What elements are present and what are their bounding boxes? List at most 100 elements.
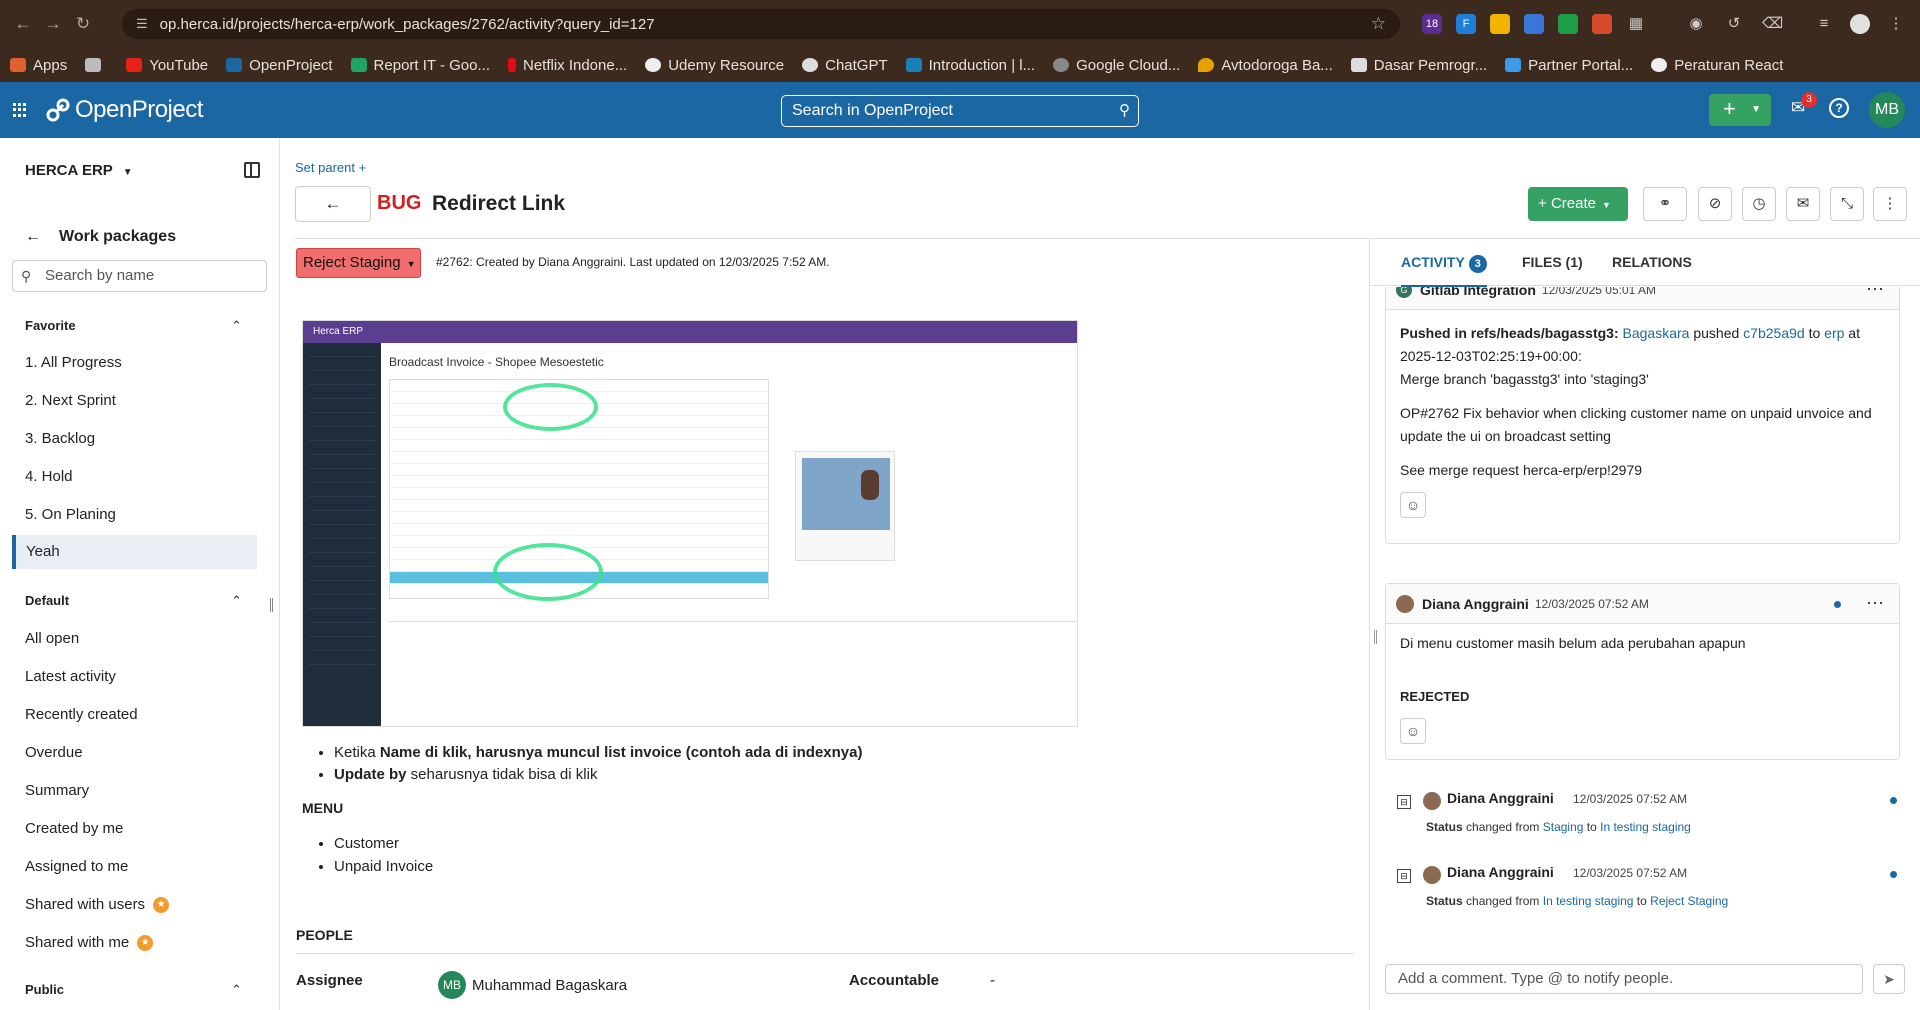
project-selector[interactable]: HERCA ERP ▼: [25, 162, 133, 179]
tab-files[interactable]: FILES (1): [1522, 254, 1583, 270]
wp-title[interactable]: Redirect Link: [432, 192, 565, 216]
chevron-up-icon[interactable]: ⌃: [231, 318, 242, 334]
section-default[interactable]: Default: [25, 593, 69, 608]
collapse-sidebar-icon[interactable]: [244, 162, 260, 178]
notify-button[interactable]: ✉: [1786, 187, 1820, 221]
back-button[interactable]: ←: [295, 186, 371, 222]
collapse-icon[interactable]: ⊟: [1397, 795, 1411, 809]
bookmark-netflix[interactable]: Netflix Indone...: [507, 57, 627, 74]
modules-grid-icon[interactable]: [13, 103, 27, 117]
extension-icon[interactable]: [1524, 14, 1544, 34]
reload-icon[interactable]: ↻: [68, 14, 98, 34]
sidebar-item-created-by-me[interactable]: Created by me: [25, 820, 123, 837]
sidebar-item-hold[interactable]: 4. Hold: [25, 468, 73, 485]
forward-icon[interactable]: →: [38, 14, 68, 34]
assignee-field[interactable]: MB Muhammad Bagaskara: [438, 971, 627, 999]
description-bullets: Ketika Name di klik, harusnya muncul lis…: [334, 742, 862, 786]
emoji-reaction-button[interactable]: ☺: [1400, 492, 1426, 518]
bookmark-react[interactable]: Peraturan React: [1651, 57, 1783, 74]
sidebar-item-yeah[interactable]: Yeah: [12, 535, 257, 569]
sidebar-item-shared-with-users[interactable]: Shared with users ★: [25, 896, 170, 914]
accountable-field[interactable]: -: [990, 972, 995, 989]
bookmark-partner[interactable]: Partner Portal...: [1505, 57, 1633, 74]
tab-activity[interactable]: ACTIVITY 3: [1401, 254, 1487, 288]
bookmark-udemy[interactable]: Udemy Resource: [645, 57, 784, 74]
card-menu-icon[interactable]: ⋯: [1866, 287, 1885, 300]
bookmark-chatgpt[interactable]: ChatGPT: [802, 57, 888, 74]
fullscreen-button[interactable]: ⤡: [1830, 187, 1864, 221]
quick-add-button[interactable]: + ▼: [1709, 94, 1771, 126]
site-info-icon[interactable]: ☰: [136, 16, 148, 32]
search-icon[interactable]: ⚲: [1119, 96, 1130, 126]
bookmark-youtube[interactable]: YouTube: [126, 57, 208, 74]
bookmark-grid[interactable]: [85, 58, 108, 72]
divider: [296, 953, 1354, 954]
card-menu-icon[interactable]: ⋯: [1866, 593, 1885, 614]
extension-icon[interactable]: [1558, 14, 1578, 34]
sidebar-item-latest-activity[interactable]: Latest activity: [25, 668, 116, 685]
comment-input[interactable]: Add a comment. Type @ to notify people.: [1385, 964, 1863, 994]
more-menu-button[interactable]: ⋮: [1873, 187, 1907, 221]
back-to-work-packages[interactable]: ← Work packages: [25, 228, 176, 246]
set-parent-link[interactable]: Set parent +: [295, 160, 366, 175]
sidebar-search-input[interactable]: ⚲ Search by name: [12, 260, 267, 292]
description-image[interactable]: Herca ERP Broadcast Invoice - Shopee Mes…: [302, 320, 1078, 727]
sidebar-item-next-sprint[interactable]: 2. Next Sprint: [25, 392, 116, 409]
sidebar-item-backlog[interactable]: 3. Backlog: [25, 430, 95, 447]
send-icon[interactable]: ➤: [1873, 964, 1905, 994]
sidebar-item-assigned-to-me[interactable]: Assigned to me: [25, 858, 128, 875]
global-search-input[interactable]: Search in OpenProject ⚲: [781, 95, 1139, 127]
section-public[interactable]: Public: [25, 982, 64, 997]
browser-menu-icon[interactable]: ⋮: [1886, 14, 1906, 34]
bookmark-star-icon[interactable]: ☆: [1371, 14, 1386, 34]
bookmark-avtodoroga[interactable]: Avtodoroga Ba...: [1198, 57, 1333, 74]
sidebar-item-recently-created[interactable]: Recently created: [25, 706, 138, 723]
emoji-reaction-button[interactable]: ☺: [1400, 718, 1426, 744]
bookmark-dasar[interactable]: Dasar Pemrogr...: [1350, 57, 1487, 74]
bookmark-google-cloud[interactable]: Google Cloud...: [1053, 57, 1180, 74]
reading-list-icon[interactable]: ≡: [1814, 14, 1834, 34]
sidebar-item-shared-with-me[interactable]: Shared with me ★: [25, 934, 154, 952]
extension-icon[interactable]: 18: [1422, 14, 1442, 34]
sheets-icon: [350, 58, 367, 72]
create-button[interactable]: + Create ▼: [1528, 187, 1628, 221]
collapse-icon[interactable]: ⊟: [1397, 869, 1411, 883]
wp-type: BUG: [377, 192, 422, 214]
extension-icon[interactable]: F: [1456, 14, 1476, 34]
panel-resize-handle[interactable]: [1374, 630, 1377, 644]
smiley-icon: ☺: [1405, 723, 1421, 739]
bookmark-introduction[interactable]: Introduction | l...: [905, 57, 1035, 74]
extension-icon[interactable]: [1592, 14, 1612, 34]
people-heading: PEOPLE: [296, 927, 353, 943]
address-bar[interactable]: ☰ op.herca.id/projects/herca-erp/work_pa…: [122, 9, 1400, 39]
incognito-icon[interactable]: ◉: [1686, 14, 1706, 34]
sidebar-item-all-open[interactable]: All open: [25, 630, 79, 647]
bookmark-report-it[interactable]: Report IT - Goo...: [350, 57, 490, 74]
extensions-puzzle-icon[interactable]: ▦: [1626, 14, 1646, 34]
bookmark-openproject[interactable]: OpenProject: [226, 57, 333, 74]
sidebar-resize-handle[interactable]: [270, 598, 273, 612]
sidebar-item-summary[interactable]: Summary: [25, 782, 89, 799]
tab-relations[interactable]: RELATIONS: [1612, 254, 1692, 270]
activity-card-comment: Diana Anggraini 12/03/2025 07:52 AM ⋯ Di…: [1385, 583, 1900, 760]
reminder-button[interactable]: ◷: [1742, 187, 1776, 221]
user-avatar[interactable]: MB: [1869, 92, 1905, 128]
chevron-up-icon[interactable]: ⌃: [231, 593, 242, 609]
logo[interactable]: OpenProject: [45, 96, 203, 124]
section-favorite[interactable]: Favorite: [25, 318, 76, 333]
trash-icon[interactable]: ⌫: [1762, 14, 1783, 34]
sidebar-item-overdue[interactable]: Overdue: [25, 744, 83, 761]
bookmark-apps[interactable]: Apps: [10, 57, 67, 74]
unwatch-button[interactable]: ⊘: [1698, 187, 1732, 221]
back-icon[interactable]: ←: [8, 14, 38, 34]
history-icon[interactable]: ↺: [1724, 14, 1744, 34]
profile-icon[interactable]: [1850, 14, 1870, 34]
chevron-up-icon[interactable]: ⌃: [231, 982, 242, 998]
status-dropdown[interactable]: Reject Staging ▼: [296, 248, 421, 278]
share-button[interactable]: ⚭: [1643, 187, 1687, 221]
sidebar-item-all-progress[interactable]: 1. All Progress: [25, 354, 122, 371]
help-icon[interactable]: ?: [1829, 98, 1849, 118]
app-header: OpenProject Search in OpenProject ⚲ + ▼ ✉…: [0, 82, 1920, 138]
extension-icon[interactable]: [1490, 14, 1510, 34]
sidebar-item-on-planing[interactable]: 5. On Planing: [25, 506, 116, 523]
